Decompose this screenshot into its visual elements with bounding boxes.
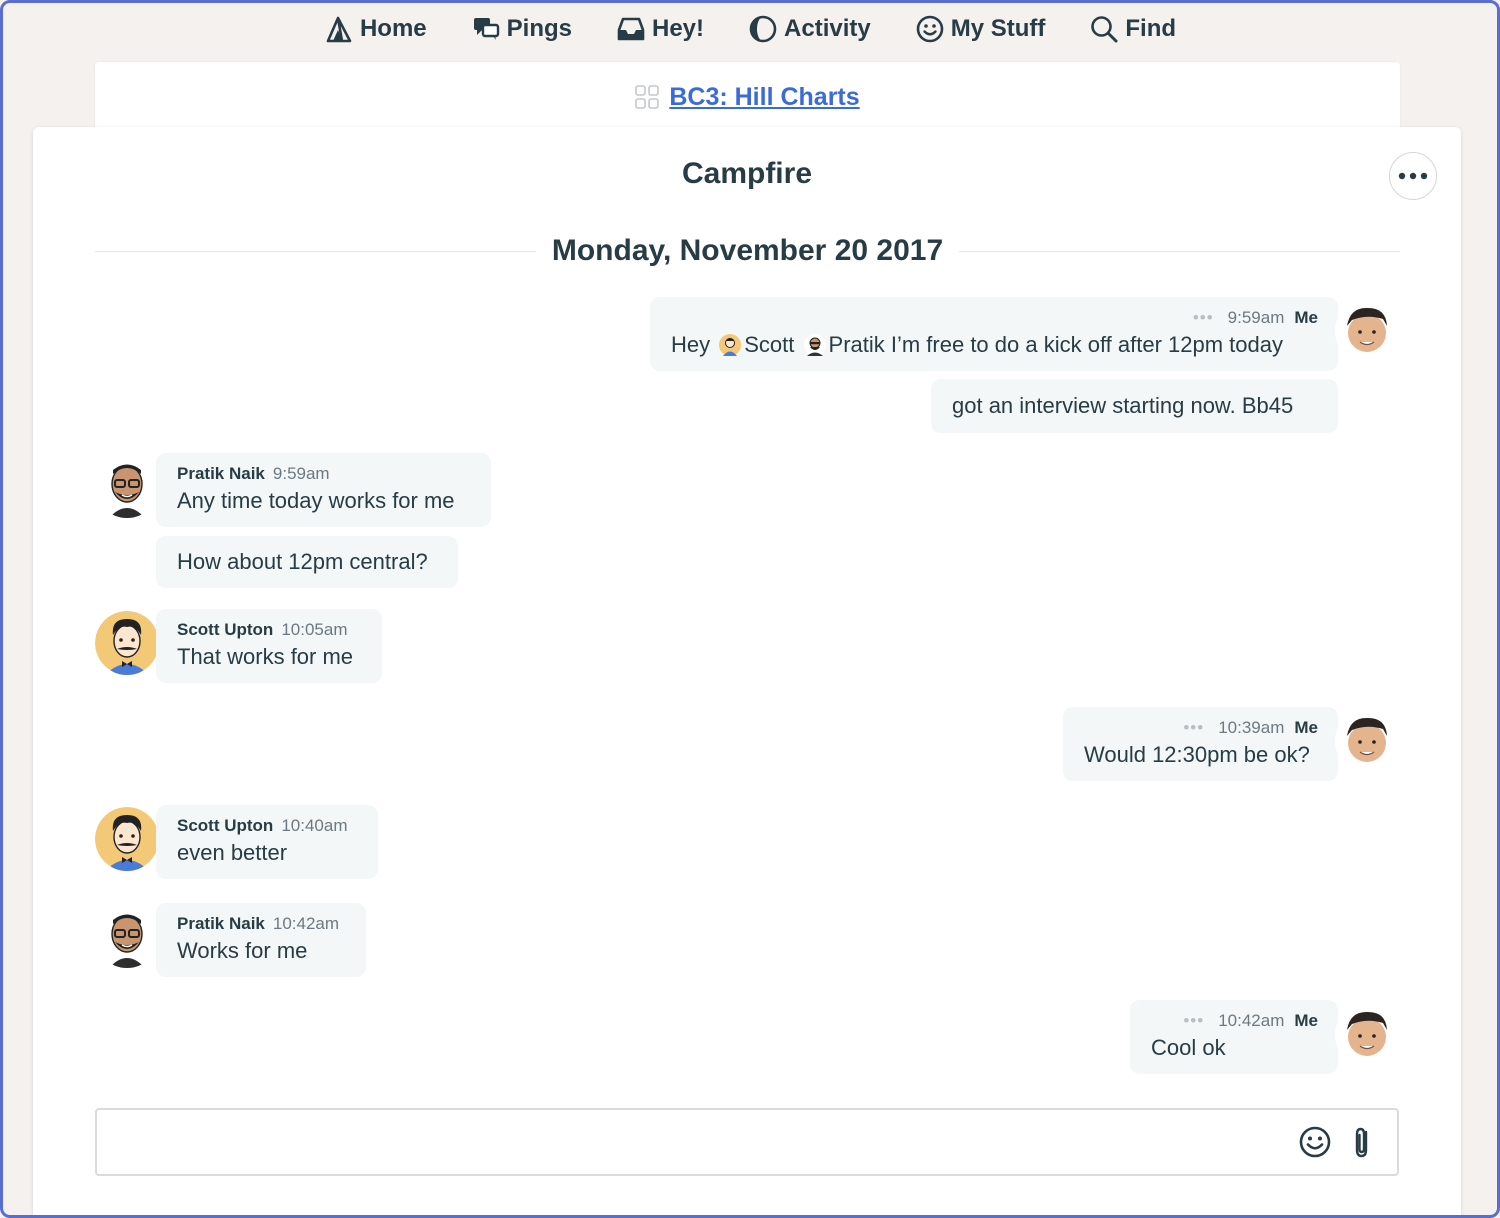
message-bubble-me[interactable]: ••• 10:39am Me Would 12:30pm be ok? — [1063, 707, 1338, 781]
nav-find[interactable]: Find — [1089, 14, 1176, 44]
date-divider: Monday, November 20 2017 — [95, 231, 1400, 271]
scott-mention-avatar-icon — [719, 334, 742, 356]
message-bubble-scott[interactable]: Scott Upton 10:05am That works for me — [156, 609, 382, 683]
message-time: 10:40am — [281, 816, 348, 835]
message-meta: Pratik Naik 9:59am — [177, 463, 471, 485]
message-author: Me — [1294, 718, 1318, 737]
message-time: 10:05am — [281, 620, 348, 639]
avatar-scott-upton[interactable] — [95, 611, 159, 675]
message-text: Cool ok — [1151, 1035, 1226, 1060]
message-text: even better — [177, 840, 288, 865]
message-text-segment: Hey — [671, 332, 711, 357]
message-bubble-pratik[interactable]: Pratik Naik 10:42am Works for me — [156, 903, 366, 977]
message-meta: ••• 10:39am Me — [1084, 717, 1318, 739]
divider-line — [95, 250, 536, 252]
message-author[interactable]: Scott Upton — [177, 620, 273, 639]
message-author: Me — [1294, 308, 1318, 327]
message-bubble-me[interactable]: ••• 10:42am Me Cool ok — [1130, 1000, 1338, 1074]
avatar-me[interactable] — [1335, 299, 1399, 363]
nav-pings[interactable]: Pings — [471, 14, 572, 44]
message-time: 9:59am — [1227, 308, 1285, 327]
message-time: 10:42am — [1218, 1011, 1285, 1030]
message-time: 10:39am — [1218, 718, 1285, 737]
nav-hey[interactable]: Hey! — [616, 14, 704, 44]
avatar-me[interactable] — [1335, 1003, 1399, 1067]
nav-my-stuff[interactable]: My Stuff — [915, 14, 1046, 44]
message-text: That works for me — [177, 644, 354, 669]
message-bubble-pratik[interactable]: How about 12pm central? — [156, 536, 458, 588]
message-text: How about 12pm central? — [177, 549, 428, 574]
avatar-pratik-naik[interactable] — [95, 454, 159, 518]
message-author[interactable]: Pratik Naik — [177, 914, 265, 933]
pings-chat-icon — [473, 18, 499, 40]
message-text: Any time today works for me — [177, 488, 455, 513]
nav-activity-label: Activity — [784, 15, 871, 42]
message-bubble-me[interactable]: ••• 9:59am Me Hey Scott Pratik I’m free to… — [650, 297, 1338, 371]
smiley-face-icon — [916, 15, 944, 43]
avatar-me[interactable] — [1335, 709, 1399, 773]
more-options-button[interactable] — [1389, 152, 1437, 200]
nav-activity[interactable]: Activity — [748, 14, 871, 44]
grid-apps-icon — [635, 85, 660, 109]
message-time: 9:59am — [272, 464, 330, 483]
ellipsis-icon — [1398, 172, 1428, 180]
nav-find-label: Find — [1125, 15, 1177, 42]
message-time: 10:42am — [272, 914, 340, 933]
top-navigation: Home Pings Hey! Activity My Stuff Find — [0, 8, 1500, 50]
page-title: Campfire — [681, 157, 813, 190]
message-bubble-me[interactable]: got an interview starting now. Bb45 — [931, 379, 1338, 433]
date-label: Monday, November 20 2017 — [551, 234, 944, 267]
project-header: BC3: Hill Charts — [95, 62, 1400, 132]
divider-line — [959, 250, 1400, 252]
message-actions-icon[interactable]: ••• — [1183, 718, 1204, 737]
message-bubble-pratik[interactable]: Pratik Naik 9:59am Any time today works f… — [156, 453, 491, 527]
pratik-mention-avatar-icon — [803, 334, 826, 356]
message-input[interactable] — [111, 1124, 1271, 1160]
project-link[interactable]: BC3: Hill Charts — [669, 83, 859, 112]
message-meta: Pratik Naik 10:42am — [177, 913, 346, 935]
hey-inbox-icon — [617, 17, 645, 41]
avatar-scott-upton[interactable] — [95, 807, 159, 871]
search-icon — [1091, 16, 1118, 43]
message-text-segment: Pratik I’m free to do a kick off after 1… — [828, 332, 1283, 357]
nav-pings-label: Pings — [506, 15, 572, 42]
message-meta: ••• 9:59am Me — [671, 307, 1318, 329]
nav-home-label: Home — [359, 15, 427, 42]
activity-icon — [749, 15, 777, 43]
paperclip-attach-icon[interactable] — [1344, 1124, 1380, 1160]
emoji-picker-icon[interactable] — [1297, 1124, 1333, 1160]
message-meta: ••• 10:42am Me — [1151, 1010, 1318, 1032]
message-author[interactable]: Pratik Naik — [177, 464, 265, 483]
message-text: Works for me — [177, 938, 308, 963]
message-text: got an interview starting now. Bb45 — [952, 393, 1294, 418]
mention-scott[interactable]: Scott — [744, 332, 794, 357]
nav-my-stuff-label: My Stuff — [950, 15, 1046, 42]
message-author: Me — [1294, 1011, 1318, 1030]
message-author[interactable]: Scott Upton — [177, 816, 273, 835]
message-composer — [95, 1108, 1399, 1176]
message-bubble-scott[interactable]: Scott Upton 10:40am even better — [156, 805, 378, 879]
nav-home[interactable]: Home — [324, 14, 427, 44]
nav-hey-label: Hey! — [651, 15, 705, 42]
message-actions-icon[interactable]: ••• — [1183, 1011, 1204, 1030]
home-tent-icon — [326, 16, 352, 43]
message-meta: Scott Upton 10:05am — [177, 619, 362, 641]
message-text: Would 12:30pm be ok? — [1084, 742, 1310, 767]
avatar-pratik-naik[interactable] — [95, 904, 159, 968]
message-meta: Scott Upton 10:40am — [177, 815, 358, 837]
message-text: Hey Scott Pratik I’m free to do a kick o… — [671, 329, 1318, 361]
message-actions-icon[interactable]: ••• — [1193, 308, 1214, 327]
